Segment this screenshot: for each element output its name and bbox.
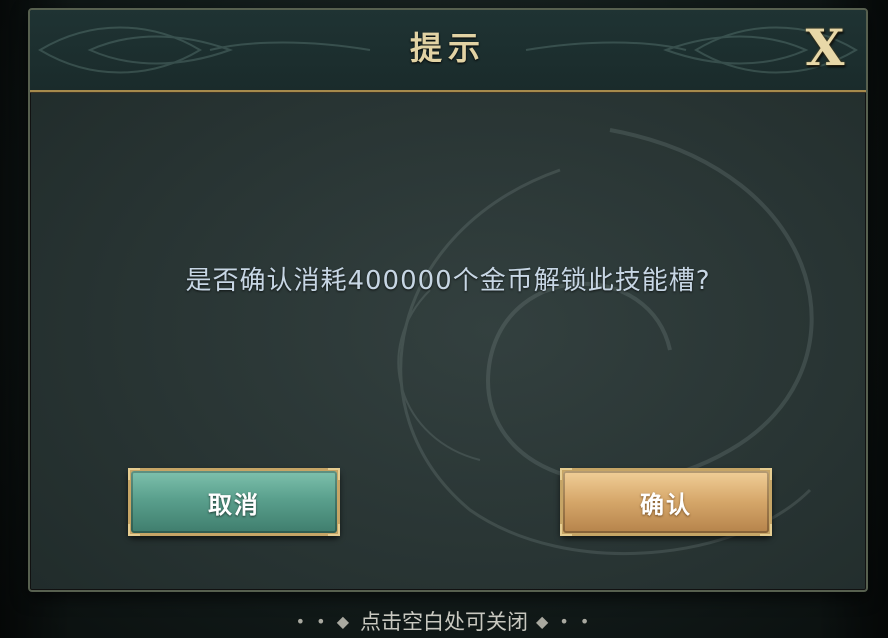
close-button[interactable]: X (798, 20, 852, 76)
dialog-title: 提示 (409, 29, 486, 67)
ornament-right-icon: ◆ • • (536, 611, 593, 631)
close-hint-text: 点击空白处可关闭 (360, 610, 528, 634)
close-hint: • • ◆ 点击空白处可关闭 ◆ • • (0, 604, 888, 638)
ornament-left-icon: • • ◆ (295, 611, 352, 631)
confirm-dialog: 提示 X 是否确认消耗400000个金币解锁此技能槽? 取消 确认 (28, 8, 868, 592)
cancel-button-label: 取消 (208, 490, 260, 519)
confirm-button[interactable]: 确认 (560, 468, 772, 536)
close-icon: X (805, 18, 845, 77)
dialog-header: 提示 X (30, 10, 866, 92)
cancel-button[interactable]: 取消 (128, 468, 340, 536)
dialog-message: 是否确认消耗400000个金币解锁此技能槽? (185, 266, 711, 296)
confirm-button-label: 确认 (640, 490, 692, 519)
